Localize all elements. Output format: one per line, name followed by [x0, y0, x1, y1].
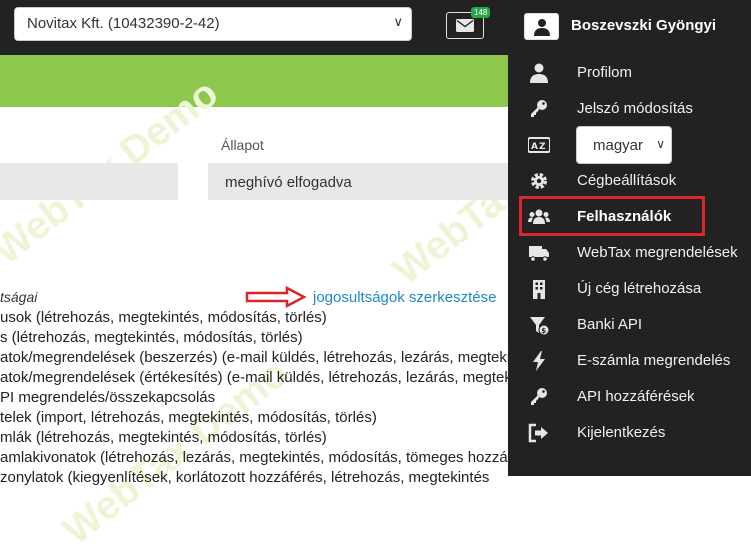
menu-item-label: API hozzáférések: [577, 388, 695, 405]
company-select[interactable]: Novitax Kft. (10432390-2-42) ∨: [14, 7, 412, 41]
status-value: meghívó elfogadva: [225, 174, 352, 191]
key-icon: [531, 388, 547, 405]
sign-out-icon: [528, 423, 548, 443]
gear-icon: [531, 173, 547, 189]
menu-item-label: Új cég létrehozása: [577, 280, 702, 297]
menu-item-label: WebTax megrendelések: [577, 244, 738, 261]
language-select-value: magyar: [593, 137, 644, 154]
edit-permissions-link[interactable]: jogosultságok szerkesztése: [313, 289, 496, 306]
permission-line: atok/megrendelések (beszerzés) (e-mail k…: [0, 349, 539, 366]
user-name[interactable]: Boszevszki Gyöngyi: [571, 17, 716, 34]
language-icon: AZ: [528, 137, 550, 153]
menu-item-einvoice-order[interactable]: E-számla megrendelés: [508, 343, 751, 379]
menu-item-webtax-orders[interactable]: WebTax megrendelések: [508, 235, 751, 271]
building-icon: [533, 280, 545, 299]
permission-line: PI megrendelés/összekapcsolás: [0, 389, 216, 406]
bank-icon: $: [530, 317, 550, 335]
chevron-down-icon: ∨: [393, 14, 403, 29]
menu-item-label: E-számla megrendelés: [577, 352, 731, 369]
red-arrow-annotation: [245, 286, 307, 308]
red-highlight-annotation: [519, 196, 705, 236]
readonly-field: [0, 163, 178, 200]
menu-item-label: Kijelentkezés: [577, 424, 666, 441]
menu-item-new-company[interactable]: Új cég létrehozása: [508, 271, 751, 307]
menu-item-label: Banki API: [577, 316, 643, 333]
permissions-title: tságai: [0, 289, 38, 305]
company-select-value: Novitax Kft. (10432390-2-42): [27, 15, 220, 32]
bolt-icon: [533, 351, 545, 371]
svg-text:$: $: [541, 327, 546, 335]
menu-item-logout[interactable]: Kijelentkezés: [508, 415, 751, 451]
menu-item-profile[interactable]: Profilom: [508, 55, 751, 91]
menu-item-change-password[interactable]: Jelszó módosítás: [508, 91, 751, 127]
truck-icon: [529, 246, 549, 262]
status-label: Állapot: [221, 137, 264, 153]
permission-line: usok (létrehozás, megtekintés, módosítás…: [0, 309, 327, 326]
user-avatar-button[interactable]: [524, 13, 559, 40]
user-dropdown-menu: Profilom Jelszó módosítás AZ Cégbeállítá…: [508, 55, 751, 476]
svg-text:A: A: [531, 142, 538, 152]
svg-text:Z: Z: [539, 142, 546, 152]
user-icon: [534, 19, 550, 36]
chevron-down-icon: ∨: [656, 137, 665, 151]
message-count-badge: 148: [471, 7, 491, 18]
permission-line: atok/megrendelések (értékesítés) (e-mail…: [0, 369, 544, 386]
permission-line: telek (import, létrehozás, megtekintés, …: [0, 409, 377, 426]
user-icon: [530, 63, 548, 83]
menu-item-label: Profilom: [577, 64, 633, 81]
permission-line: mlák (létrehozás, megtekintés, módosítás…: [0, 429, 327, 446]
menu-item-api-access[interactable]: API hozzáférések: [508, 379, 751, 415]
key-icon: [531, 100, 547, 117]
menu-item-label: Cégbeállítások: [577, 172, 677, 189]
permission-line: amlakivonatok (létrehozás, lezárás, megt…: [0, 449, 542, 466]
menu-item-label: Jelszó módosítás: [577, 100, 693, 117]
status-field: meghívó elfogadva: [208, 163, 508, 200]
permission-line: zonylatok (kiegyenlítések, korlátozott h…: [0, 469, 490, 486]
menu-item-company-settings[interactable]: Cégbeállítások: [508, 163, 751, 199]
language-select[interactable]: magyar ∨: [576, 126, 672, 164]
envelope-icon: [456, 19, 474, 32]
menu-item-bank-api[interactable]: $ Banki API: [508, 307, 751, 343]
permission-line: s (létrehozás, megtekintés, módosítás, t…: [0, 329, 303, 346]
